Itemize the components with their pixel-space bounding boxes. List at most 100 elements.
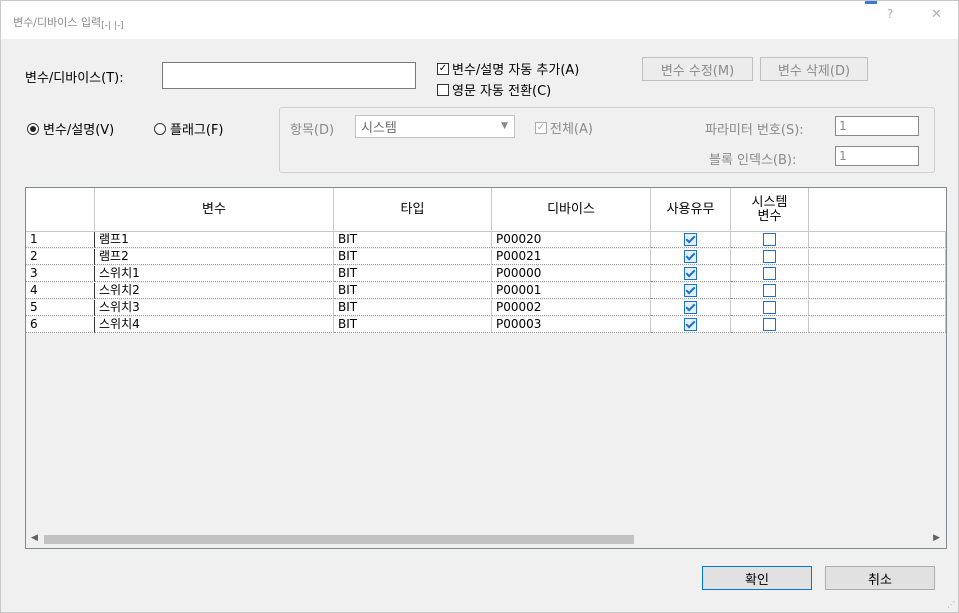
param-number-input[interactable]: 1	[835, 116, 919, 136]
table-row[interactable]: 2 램프2 BIT P00021	[26, 249, 946, 265]
table-row[interactable]: 1 램프1 BIT P00020	[26, 232, 946, 248]
table-row[interactable]: 4 스위치2 BIT P00001	[26, 283, 946, 299]
system-variable-cell[interactable]	[731, 266, 809, 282]
english-auto-box-icon	[437, 83, 449, 96]
device-cell[interactable]: P00001	[492, 283, 651, 299]
header-index	[26, 188, 95, 232]
scroll-right-icon[interactable]: ▶	[933, 533, 940, 543]
use-cell[interactable]	[651, 249, 731, 265]
checked-box-icon[interactable]	[684, 250, 697, 263]
type-cell[interactable]: BIT	[334, 283, 492, 299]
var-cell[interactable]: 스위치3	[95, 300, 334, 316]
var-device-input[interactable]	[162, 62, 416, 89]
radio-flag[interactable]: 플래그(F)	[154, 119, 224, 138]
device-cell[interactable]: P00021	[492, 249, 651, 265]
use-cell[interactable]	[651, 232, 731, 248]
grid-header: 변수 타입 디바이스 사용유무 시스템 변수	[26, 188, 946, 232]
window-title-text: 변수/디바이스 입력	[13, 16, 102, 29]
delete-variable-button[interactable]: 변수 삭제(D)	[760, 57, 868, 81]
unchecked-box-icon[interactable]	[763, 301, 776, 314]
radio-var-desc[interactable]: 변수/설명(V)	[27, 119, 114, 138]
var-cell[interactable]: 스위치2	[95, 283, 334, 299]
system-variable-cell[interactable]	[731, 300, 809, 316]
use-cell[interactable]	[651, 300, 731, 316]
var-cell[interactable]: 스위치1	[95, 266, 334, 282]
table-row[interactable]: 6 스위치4 BIT P00003	[26, 317, 946, 333]
param-number-label: 파라미터 번호(S):	[705, 123, 804, 138]
resize-grip-icon[interactable]: ⋰	[947, 600, 955, 609]
unchecked-box-icon[interactable]	[763, 233, 776, 246]
all-checkbox[interactable]: ✓ 전체(A)	[535, 118, 593, 137]
window-title-suffix: [-| |-]	[101, 21, 124, 31]
idx-cell[interactable]: 3	[26, 266, 95, 282]
type-cell[interactable]: BIT	[334, 317, 492, 333]
auto-add-checkbox[interactable]: ✓ 변수/설명 자동 추가(A)	[437, 59, 579, 78]
auto-add-label: 변수/설명 자동 추가(A)	[452, 63, 580, 78]
checked-box-icon[interactable]	[684, 233, 697, 246]
header-use[interactable]: 사용유무	[651, 188, 731, 232]
type-cell[interactable]: BIT	[334, 232, 492, 248]
idx-cell[interactable]: 4	[26, 283, 95, 299]
table-row[interactable]: 3 스위치1 BIT P00000	[26, 266, 946, 282]
system-variable-cell[interactable]	[731, 249, 809, 265]
title-bar: 변수/디바이스 입력[-| |-] ? ✕	[1, 1, 958, 39]
radio-selected-icon	[27, 122, 39, 135]
checked-box-icon[interactable]	[684, 284, 697, 297]
edit-variable-button[interactable]: 변수 수정(M)	[642, 57, 753, 81]
system-variable-cell[interactable]	[731, 283, 809, 299]
filler-cell	[809, 266, 946, 282]
idx-cell[interactable]: 6	[26, 317, 95, 333]
header-device[interactable]: 디바이스	[492, 188, 651, 232]
type-cell[interactable]: BIT	[334, 266, 492, 282]
type-cell[interactable]: BIT	[334, 249, 492, 265]
close-icon[interactable]: ✕	[931, 7, 942, 22]
device-cell[interactable]: P00000	[492, 266, 651, 282]
header-type[interactable]: 타입	[334, 188, 492, 232]
radio-unselected-icon	[154, 122, 166, 135]
scrollbar-thumb[interactable]	[44, 535, 634, 544]
filler-cell	[809, 317, 946, 333]
use-cell[interactable]	[651, 283, 731, 299]
checked-box-icon[interactable]	[684, 267, 697, 280]
header-variable[interactable]: 변수	[95, 188, 334, 232]
scroll-left-icon[interactable]: ◀	[31, 533, 38, 543]
ok-button[interactable]: 확인	[702, 566, 812, 590]
device-cell[interactable]: P00003	[492, 317, 651, 333]
auto-add-check-icon: ✓	[437, 62, 449, 75]
block-index-input[interactable]: 1	[835, 146, 919, 166]
cancel-button[interactable]: 취소	[825, 566, 935, 590]
var-cell[interactable]: 램프1	[95, 232, 334, 248]
table-row[interactable]: 5 스위치3 BIT P00002	[26, 300, 946, 316]
var-cell[interactable]: 램프2	[95, 249, 334, 265]
type-cell[interactable]: BIT	[334, 300, 492, 316]
use-cell[interactable]	[651, 317, 731, 333]
idx-cell[interactable]: 2	[26, 249, 95, 265]
window-title: 변수/디바이스 입력[-| |-]	[13, 14, 124, 31]
help-icon[interactable]: ?	[887, 7, 893, 21]
english-auto-label: 영문 자동 전환(C)	[452, 84, 552, 99]
all-check-icon: ✓	[535, 121, 547, 134]
checked-box-icon[interactable]	[684, 318, 697, 331]
radio-flag-label: 플래그(F)	[170, 123, 224, 138]
unchecked-box-icon[interactable]	[763, 267, 776, 280]
header-system-variable[interactable]: 시스템 변수	[731, 188, 809, 232]
english-auto-checkbox[interactable]: 영문 자동 전환(C)	[437, 80, 551, 99]
horizontal-scrollbar[interactable]: ◀ ▶	[26, 531, 946, 548]
use-cell[interactable]	[651, 266, 731, 282]
idx-cell[interactable]: 5	[26, 300, 95, 316]
system-variable-cell[interactable]	[731, 317, 809, 333]
unchecked-box-icon[interactable]	[763, 318, 776, 331]
checked-box-icon[interactable]	[684, 301, 697, 314]
system-variable-cell[interactable]	[731, 232, 809, 248]
unchecked-box-icon[interactable]	[763, 250, 776, 263]
variable-grid[interactable]: 변수 타입 디바이스 사용유무 시스템 변수 1 램프1 BIT P00020 2 램프2…	[25, 187, 947, 549]
radio-var-desc-label: 변수/설명(V)	[43, 123, 115, 138]
device-cell[interactable]: P00020	[492, 232, 651, 248]
unchecked-box-icon[interactable]	[763, 284, 776, 297]
item-combo[interactable]: 시스템 ▼	[355, 115, 515, 138]
idx-cell[interactable]: 1	[26, 232, 95, 248]
item-label: 항목(D)	[290, 123, 335, 138]
chevron-down-icon: ▼	[501, 121, 508, 131]
var-cell[interactable]: 스위치4	[95, 317, 334, 333]
device-cell[interactable]: P00002	[492, 300, 651, 316]
